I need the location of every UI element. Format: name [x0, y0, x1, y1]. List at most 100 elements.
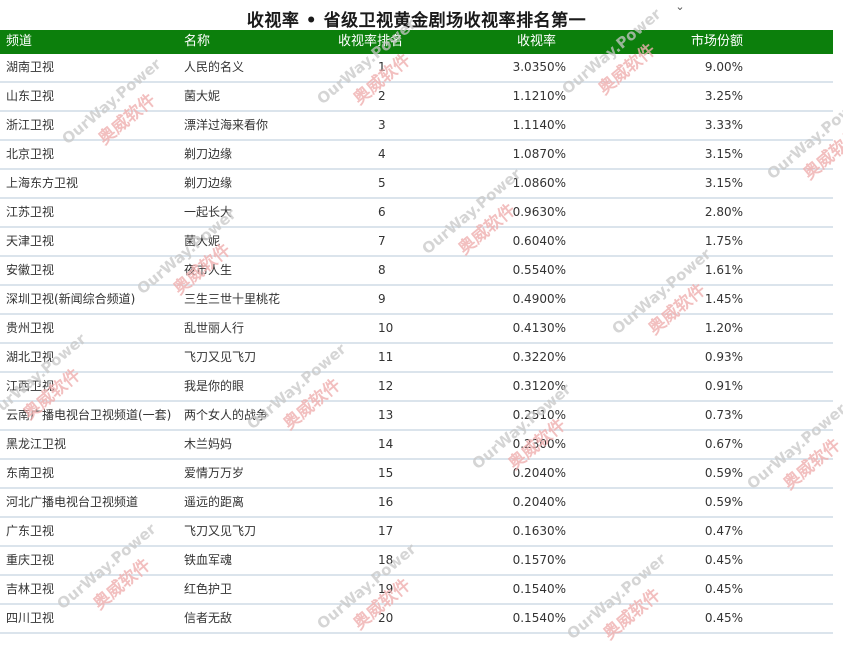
cell-rating: 0.3220%	[512, 350, 566, 364]
cell-rating: 0.2040%	[512, 466, 566, 480]
cell-share: 3.15%	[704, 176, 743, 190]
table-row[interactable]: 重庆卫视 铁血军魂 18 0.1570% 0.45%	[0, 547, 833, 576]
table-row[interactable]: 黑龙江卫视 木兰妈妈 14 0.2300% 0.67%	[0, 431, 833, 460]
cell-share: 1.45%	[704, 292, 743, 306]
cell-rating: 0.2300%	[512, 437, 566, 451]
cell-channel: 四川卫视	[6, 611, 55, 625]
table-row[interactable]: 四川卫视 信者无敌 20 0.1540% 0.45%	[0, 605, 833, 634]
column-header-channel[interactable]: 频道	[0, 30, 172, 54]
cell-program: 铁血军魂	[184, 553, 233, 567]
cell-program: 两个女人的战争	[184, 408, 269, 422]
cell-program: 木兰妈妈	[184, 437, 233, 451]
cell-share: 1.61%	[704, 263, 743, 277]
cell-rank: 2	[378, 89, 386, 103]
cell-rank: 15	[378, 466, 394, 480]
cell-channel: 重庆卫视	[6, 553, 55, 567]
cell-program: 夜市人生	[184, 263, 233, 277]
chevron-down-icon[interactable]: ⌄	[672, 0, 688, 14]
cell-program: 飞刀又见飞刀	[184, 350, 257, 364]
table-body: 湖南卫视 人民的名义 1 3.0350% 9.00% 山东卫视 菌大妮 2 1.1210% 3.2…	[0, 54, 833, 634]
cell-channel: 广东卫视	[6, 524, 55, 538]
cell-channel: 湖南卫视	[6, 60, 55, 74]
cell-channel: 天津卫视	[6, 234, 55, 248]
cell-rating: 0.2510%	[512, 408, 566, 422]
cell-share: 0.45%	[704, 582, 743, 596]
table-row[interactable]: 天津卫视 菌大妮 7 0.6040% 1.75%	[0, 228, 833, 257]
table-row[interactable]: 广东卫视 飞刀又见飞刀 17 0.1630% 0.47%	[0, 518, 833, 547]
cell-program: 爱情万万岁	[184, 466, 245, 480]
table-row[interactable]: 云南广播电视台卫视频道(一套) 两个女人的战争 13 0.2510% 0.73%	[0, 402, 833, 431]
cell-program: 人民的名义	[184, 60, 245, 74]
cell-rank: 4	[378, 147, 386, 161]
table-row[interactable]: 上海东方卫视 剃刀边缘 5 1.0860% 3.15%	[0, 170, 833, 199]
cell-rank: 11	[378, 350, 394, 364]
cell-rank: 5	[378, 176, 386, 190]
cell-share: 1.75%	[704, 234, 743, 248]
cell-rank: 19	[378, 582, 394, 596]
cell-rating: 0.1630%	[512, 524, 566, 538]
cell-rating: 1.1210%	[512, 89, 566, 103]
cell-share: 2.80%	[704, 205, 743, 219]
cell-rank: 12	[378, 379, 394, 393]
cell-program: 红色护卫	[184, 582, 233, 596]
cell-rating: 0.9630%	[512, 205, 566, 219]
cell-share: 0.93%	[704, 350, 743, 364]
cell-rating: 1.0860%	[512, 176, 566, 190]
cell-program: 三生三世十里桃花	[184, 292, 281, 306]
column-header-rating[interactable]: 收视率	[457, 30, 630, 54]
cell-program: 菌大妮	[184, 234, 221, 248]
cell-program: 菌大妮	[184, 89, 221, 103]
scroll-gutter	[833, 0, 843, 648]
cell-channel: 山东卫视	[6, 89, 55, 103]
cell-rank: 7	[378, 234, 386, 248]
cell-channel: 江西卫视	[6, 379, 55, 393]
cell-program: 信者无敌	[184, 611, 233, 625]
cell-rating: 0.4900%	[512, 292, 566, 306]
cell-rank: 20	[378, 611, 394, 625]
table-row[interactable]: 河北广播电视台卫视频道 遥远的距离 16 0.2040% 0.59%	[0, 489, 833, 518]
cell-share: 0.59%	[704, 495, 743, 509]
cell-rating: 1.1140%	[512, 118, 566, 132]
table-row[interactable]: 北京卫视 剃刀边缘 4 1.0870% 3.15%	[0, 141, 833, 170]
table-header: 频道 名称 收视率排名 收视率 市场份额	[0, 30, 833, 54]
cell-program: 漂洋过海来看你	[184, 118, 269, 132]
cell-rating: 0.4130%	[512, 321, 566, 335]
cell-channel: 东南卫视	[6, 466, 55, 480]
cell-rating: 0.2040%	[512, 495, 566, 509]
table-row[interactable]: 江苏卫视 一起长大 6 0.9630% 2.80%	[0, 199, 833, 228]
ratings-table: 频道 名称 收视率排名 收视率 市场份额 湖南卫视 人民的名义 1 3.0350% 9.…	[0, 30, 833, 634]
table-row[interactable]: 东南卫视 爱情万万岁 15 0.2040% 0.59%	[0, 460, 833, 489]
cell-program: 飞刀又见飞刀	[184, 524, 257, 538]
cell-rating: 0.1540%	[512, 582, 566, 596]
cell-channel: 黑龙江卫视	[6, 437, 67, 451]
cell-program: 乱世丽人行	[184, 321, 245, 335]
table-row[interactable]: 吉林卫视 红色护卫 19 0.1540% 0.45%	[0, 576, 833, 605]
cell-share: 1.20%	[704, 321, 743, 335]
table-row[interactable]: 深圳卫视(新闻综合频道) 三生三世十里桃花 9 0.4900% 1.45%	[0, 286, 833, 315]
table-row[interactable]: 贵州卫视 乱世丽人行 10 0.4130% 1.20%	[0, 315, 833, 344]
table-row[interactable]: 湖北卫视 飞刀又见飞刀 11 0.3220% 0.93%	[0, 344, 833, 373]
cell-rating: 0.5540%	[512, 263, 566, 277]
column-header-share[interactable]: 市场份额	[630, 30, 833, 54]
cell-rank: 9	[378, 292, 386, 306]
cell-rank: 1	[378, 60, 386, 74]
table-row[interactable]: 安徽卫视 夜市人生 8 0.5540% 1.61%	[0, 257, 833, 286]
cell-channel: 安徽卫视	[6, 263, 55, 277]
cell-channel: 北京卫视	[6, 147, 55, 161]
cell-channel: 云南广播电视台卫视频道(一套)	[6, 408, 172, 422]
table-row[interactable]: 江西卫视 我是你的眼 12 0.3120% 0.91%	[0, 373, 833, 402]
cell-share: 0.45%	[704, 553, 743, 567]
table-row[interactable]: 湖南卫视 人民的名义 1 3.0350% 9.00%	[0, 54, 833, 83]
cell-channel: 吉林卫视	[6, 582, 55, 596]
cell-channel: 江苏卫视	[6, 205, 55, 219]
column-header-rank[interactable]: 收视率排名	[312, 30, 457, 54]
report-panel: 收视率 • 省级卫视黄金剧场收视率排名第一 ⌄ 频道 名称 收视率排名 收视率 …	[0, 0, 843, 648]
table-row[interactable]: 山东卫视 菌大妮 2 1.1210% 3.25%	[0, 83, 833, 112]
table-row[interactable]: 浙江卫视 漂洋过海来看你 3 1.1140% 3.33%	[0, 112, 833, 141]
cell-rank: 13	[378, 408, 394, 422]
cell-program: 遥远的距离	[184, 495, 245, 509]
column-header-name[interactable]: 名称	[172, 30, 312, 54]
cell-program: 剃刀边缘	[184, 176, 233, 190]
cell-share: 0.73%	[704, 408, 743, 422]
cell-channel: 湖北卫视	[6, 350, 55, 364]
